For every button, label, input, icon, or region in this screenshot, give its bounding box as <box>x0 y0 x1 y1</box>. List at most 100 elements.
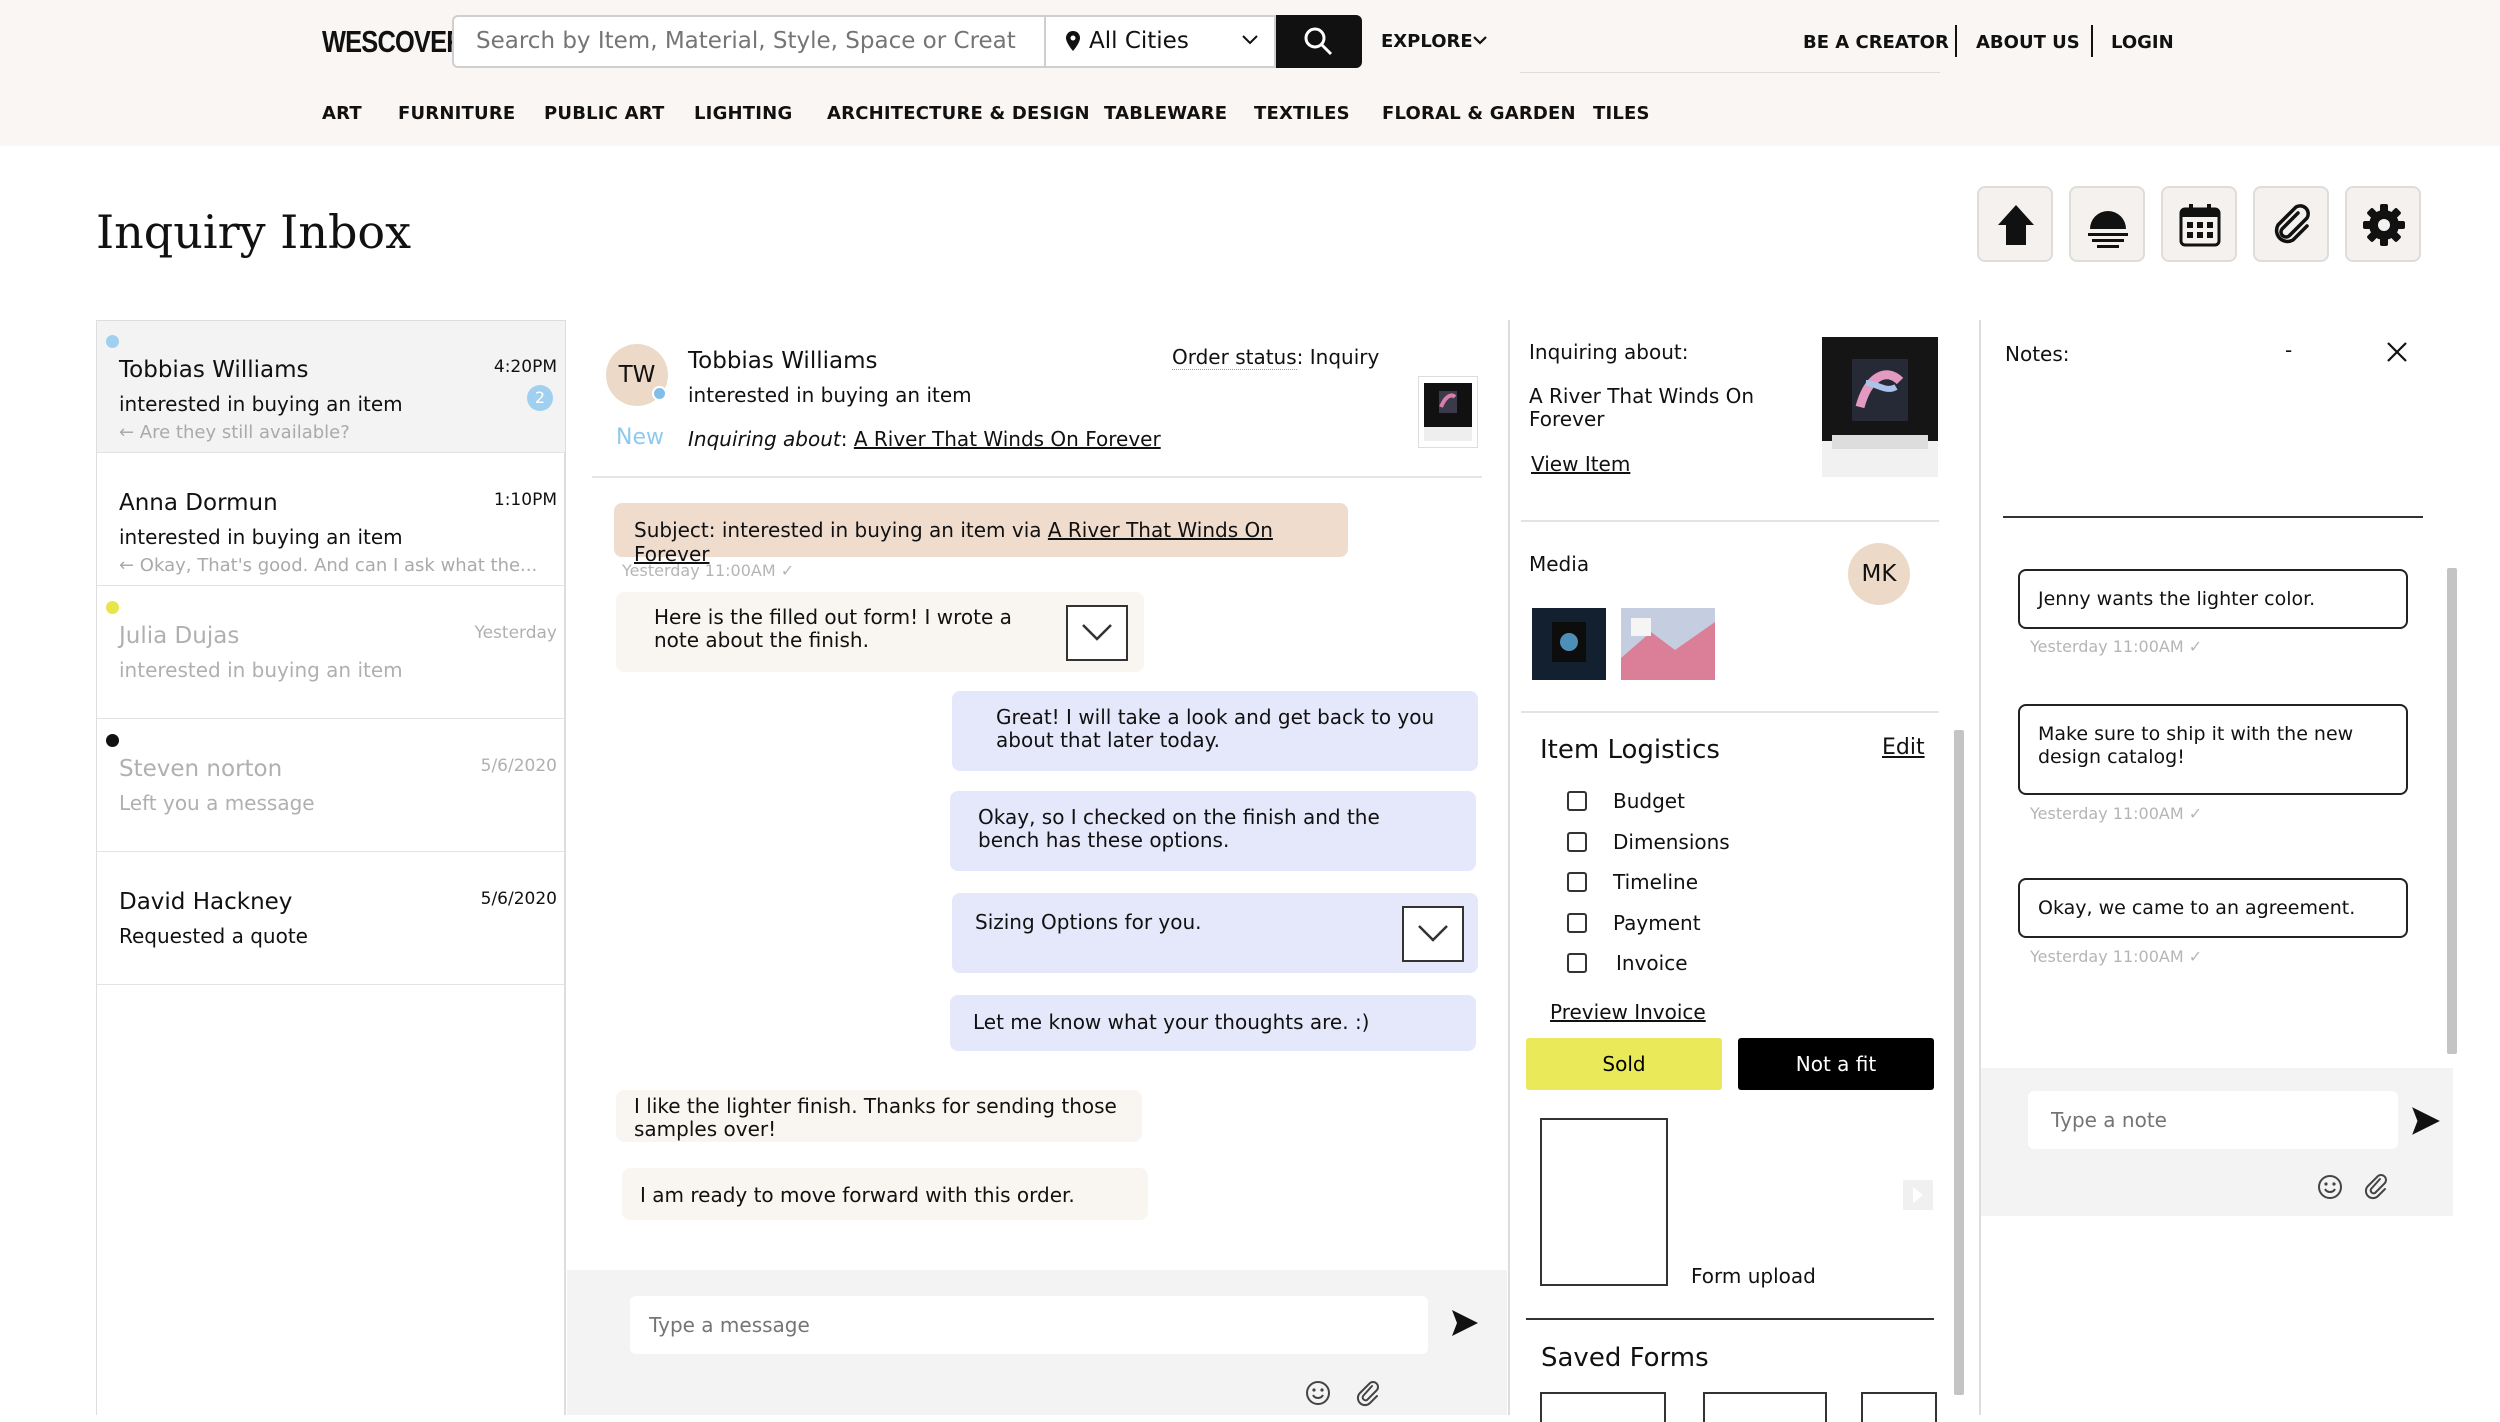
preview-invoice-link[interactable]: Preview Invoice <box>1550 1000 1706 1024</box>
conversation-time: 4:20PM <box>493 357 557 377</box>
media-thumbnail[interactable] <box>1621 608 1715 680</box>
send-icon[interactable] <box>2410 1105 2442 1137</box>
order-status-value: Inquiry <box>1309 345 1380 369</box>
not-a-fit-button[interactable]: Not a fit <box>1738 1038 1934 1090</box>
conversation-preview: ← Are they still available? <box>119 422 350 443</box>
checkbox[interactable] <box>1567 832 1587 852</box>
message-bubble-incoming: I like the lighter finish. Thanks for se… <box>616 1090 1142 1142</box>
conversation-name: Tobbias Williams <box>119 357 309 383</box>
conversation-name: David Hackney <box>119 889 293 915</box>
category-tiles[interactable]: TILES <box>1593 103 1650 124</box>
message-bubble-incoming: I am ready to move forward with this ord… <box>622 1168 1148 1220</box>
chevron-down-icon <box>1242 35 1258 45</box>
login-link[interactable]: LOGIN <box>2111 32 2174 53</box>
chat-contact-subtitle: interested in buying an item <box>688 383 972 407</box>
send-icon[interactable] <box>1450 1308 1480 1338</box>
calendar-button[interactable] <box>2161 186 2237 262</box>
about-us-link[interactable]: ABOUT US <box>1976 32 2080 53</box>
be-a-creator-link[interactable]: BE A CREATOR <box>1803 32 1949 53</box>
scrollbar[interactable] <box>2447 568 2457 1054</box>
search-box[interactable] <box>452 15 1044 68</box>
category-furniture[interactable]: FURNITURE <box>398 103 515 124</box>
category-textiles[interactable]: TEXTILES <box>1254 103 1350 124</box>
message-input[interactable] <box>630 1296 1428 1354</box>
conversation-subtitle: Requested a quote <box>119 924 308 948</box>
city-select-value: All Cities <box>1089 28 1189 54</box>
conversation-item[interactable]: Anna Dormun 1:10PM interested in buying … <box>97 454 565 586</box>
message-bubble-incoming: Here is the filled out form! I wrote a n… <box>616 592 1144 672</box>
category-architecture-design[interactable]: ARCHITECTURE & DESIGN <box>827 103 1090 124</box>
close-icon[interactable] <box>2385 340 2409 364</box>
category-lighting[interactable]: LIGHTING <box>694 103 792 124</box>
expand-attachment-button[interactable] <box>1402 906 1464 962</box>
chat-inquiring-about: Inquiring about: A River That Winds On F… <box>688 427 1161 451</box>
inquiring-item-link[interactable]: A River That Winds On Forever <box>854 427 1161 451</box>
message-bubble-outgoing: Okay, so I checked on the finish and the… <box>950 791 1476 871</box>
status-dot <box>106 734 119 747</box>
search-button[interactable] <box>1276 15 1362 68</box>
message-meta: Yesterday 11:00AM ✓ <box>622 561 794 580</box>
checkbox[interactable] <box>1567 872 1587 892</box>
message-text: I like the lighter finish. Thanks for se… <box>634 1094 1117 1141</box>
item-logistics-title: Item Logistics <box>1540 735 1720 765</box>
home-button[interactable] <box>1977 186 2053 262</box>
gear-icon <box>2363 204 2405 246</box>
note-card: Okay, we came to an agreement. <box>2018 878 2408 938</box>
category-public-art[interactable]: PUBLIC ART <box>544 103 664 124</box>
search-input[interactable] <box>476 28 1016 54</box>
sold-button[interactable]: Sold <box>1526 1038 1722 1090</box>
conversation-name: Julia Dujas <box>119 623 240 649</box>
category-art[interactable]: ART <box>322 103 362 124</box>
minimize-button[interactable]: - <box>2285 338 2292 362</box>
chevron-down-icon <box>1418 925 1448 942</box>
form-upload-dropzone[interactable] <box>1540 1118 1668 1286</box>
inquiring-about-label: Inquiring about: <box>1529 340 1689 364</box>
form-upload-label: Form upload <box>1691 1264 1816 1288</box>
conversation-item[interactable]: Tobbias Williams 4:20PM interested in bu… <box>97 321 565 453</box>
emoji-icon[interactable] <box>2317 1174 2343 1200</box>
category-floral-garden[interactable]: FLORAL & GARDEN <box>1382 103 1576 124</box>
subject-prefix: Subject: interested in buying an item vi… <box>634 518 1048 542</box>
conversation-item[interactable]: David Hackney 5/6/2020 Requested a quote <box>97 853 565 985</box>
emoji-icon[interactable] <box>1305 1380 1331 1406</box>
note-input[interactable] <box>2028 1091 2398 1149</box>
checkbox-label: Budget <box>1613 789 1685 813</box>
edit-logistics-link[interactable]: Edit <box>1882 735 1925 760</box>
item-image[interactable] <box>1822 337 1938 477</box>
scrollbar[interactable] <box>1954 730 1964 1395</box>
conversation-item[interactable]: Steven norton 5/6/2020 Left you a messag… <box>97 720 565 852</box>
category-tableware[interactable]: TABLEWARE <box>1104 103 1227 124</box>
conversation-list: Tobbias Williams 4:20PM interested in bu… <box>96 320 566 1415</box>
item-thumbnail[interactable] <box>1418 376 1478 448</box>
divider <box>592 476 1482 478</box>
media-label: Media <box>1529 552 1590 576</box>
message-text: Sizing Options for you. <box>975 910 1202 934</box>
checkbox[interactable] <box>1567 953 1587 973</box>
settings-button[interactable] <box>2345 186 2421 262</box>
expand-attachment-button[interactable] <box>1066 605 1128 661</box>
note-text: Jenny wants the lighter color. <box>2038 588 2316 610</box>
saved-form-thumbnail[interactable] <box>1540 1392 1666 1422</box>
conversation-subtitle: Left you a message <box>119 791 315 815</box>
top-nav-bar: WESCOVER All Cities EXPLORE BE A CREATOR… <box>0 0 2500 146</box>
saved-form-thumbnail[interactable] <box>1861 1392 1937 1422</box>
next-arrow-icon[interactable] <box>1903 1180 1933 1210</box>
conversation-name: Anna Dormun <box>119 490 278 516</box>
paperclip-icon[interactable] <box>2363 1173 2389 1201</box>
order-status: Order status: Inquiry <box>1172 345 1380 370</box>
chat-contact-name: Tobbias Williams <box>688 348 878 374</box>
paperclip-icon[interactable] <box>1355 1380 1381 1408</box>
message-bubble-outgoing: Great! I will take a look and get back t… <box>952 691 1478 771</box>
sunset-button[interactable] <box>2069 186 2145 262</box>
checkbox[interactable] <box>1567 791 1587 811</box>
explore-menu[interactable]: EXPLORE <box>1381 31 1473 52</box>
city-select[interactable]: All Cities <box>1044 15 1276 68</box>
wescover-logo[interactable]: WESCOVER <box>322 24 465 60</box>
conversation-item[interactable]: Julia Dujas Yesterday interested in buyi… <box>97 587 565 719</box>
attachments-button[interactable] <box>2253 186 2329 262</box>
chevron-down-icon <box>1473 36 1487 45</box>
checkbox[interactable] <box>1567 913 1587 933</box>
view-item-link[interactable]: View Item <box>1531 452 1630 476</box>
media-thumbnail[interactable] <box>1532 608 1606 680</box>
saved-form-thumbnail[interactable] <box>1703 1392 1827 1422</box>
